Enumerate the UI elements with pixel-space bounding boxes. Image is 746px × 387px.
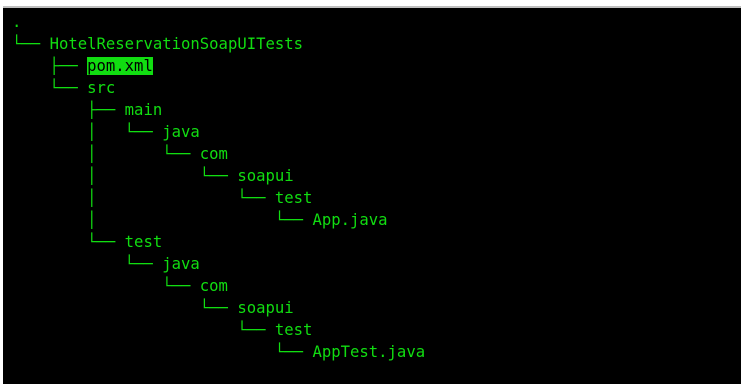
tree-prefix: └── <box>12 255 163 273</box>
tree-prefix: └── <box>12 35 50 53</box>
tree-line-test-java-folder: └── java <box>12 253 200 275</box>
tree-prefix: └── <box>12 277 200 295</box>
tree-line-main-com-folder: │ └── com <box>12 143 228 165</box>
tree-entry-name: test <box>124 233 163 251</box>
highlighted-file-name: pom.xml <box>87 57 153 75</box>
tree-entry-name: main <box>124 101 163 119</box>
tree-entry-name: App.java <box>312 211 388 229</box>
tree-prefix: └── <box>12 343 313 361</box>
tree-line-root: . <box>12 11 21 33</box>
tree-line-pom-file: ├── pom.xml <box>12 55 153 77</box>
tree-prefix: . <box>12 13 22 31</box>
tree-prefix: │ └── <box>12 211 313 229</box>
tree-line-test-soapui-folder: └── soapui <box>12 297 294 319</box>
tree-entry-name: src <box>87 79 116 97</box>
tree-line-apptest-file: └── AppTest.java <box>12 341 425 363</box>
tree-prefix: ├── <box>12 101 125 119</box>
tree-prefix: │ └── <box>12 189 275 207</box>
tree-line-main-soapui-folder: │ └── soapui <box>12 165 294 187</box>
tree-line-project-folder: └── HotelReservationSoapUITests <box>12 33 303 55</box>
tree-line-test-test-folder: └── test <box>12 319 312 341</box>
tree-entry-name: java <box>162 255 200 273</box>
tree-line-main-test-folder: │ └── test <box>12 187 312 209</box>
screenshot-frame: . └── HotelReservationSoapUITests ├── po… <box>0 0 746 387</box>
tree-entry-name: java <box>162 123 200 141</box>
terminal-window[interactable]: . └── HotelReservationSoapUITests ├── po… <box>3 6 741 384</box>
tree-entry-name: com <box>199 145 228 163</box>
tree-line-app-file: │ └── App.java <box>12 209 388 231</box>
tree-prefix: └── <box>12 321 275 339</box>
tree-prefix: └── <box>12 299 238 317</box>
tree-prefix: └── <box>12 79 88 97</box>
tree-prefix: ├── <box>12 57 88 75</box>
tree-line-test-folder: └── test <box>12 231 162 253</box>
tree-line-src-folder: └── src <box>12 77 116 99</box>
tree-prefix: │ └── <box>12 123 163 141</box>
tree-entry-name: soapui <box>237 299 294 317</box>
tree-prefix: │ └── <box>12 167 238 185</box>
tree-line-test-com-folder: └── com <box>12 275 228 297</box>
tree-entry-name: AppTest.java <box>312 343 426 361</box>
tree-entry-name: test <box>274 321 313 339</box>
tree-entry-name: com <box>199 277 228 295</box>
tree-entry-name: HotelReservationSoapUITests <box>49 35 304 53</box>
tree-prefix: │ └── <box>12 145 200 163</box>
tree-line-main-java-folder: │ └── java <box>12 121 200 143</box>
tree-entry-name: soapui <box>237 167 294 185</box>
tree-entry-name: test <box>274 189 313 207</box>
tree-line-main-folder: ├── main <box>12 99 162 121</box>
tree-prefix: └── <box>12 233 125 251</box>
